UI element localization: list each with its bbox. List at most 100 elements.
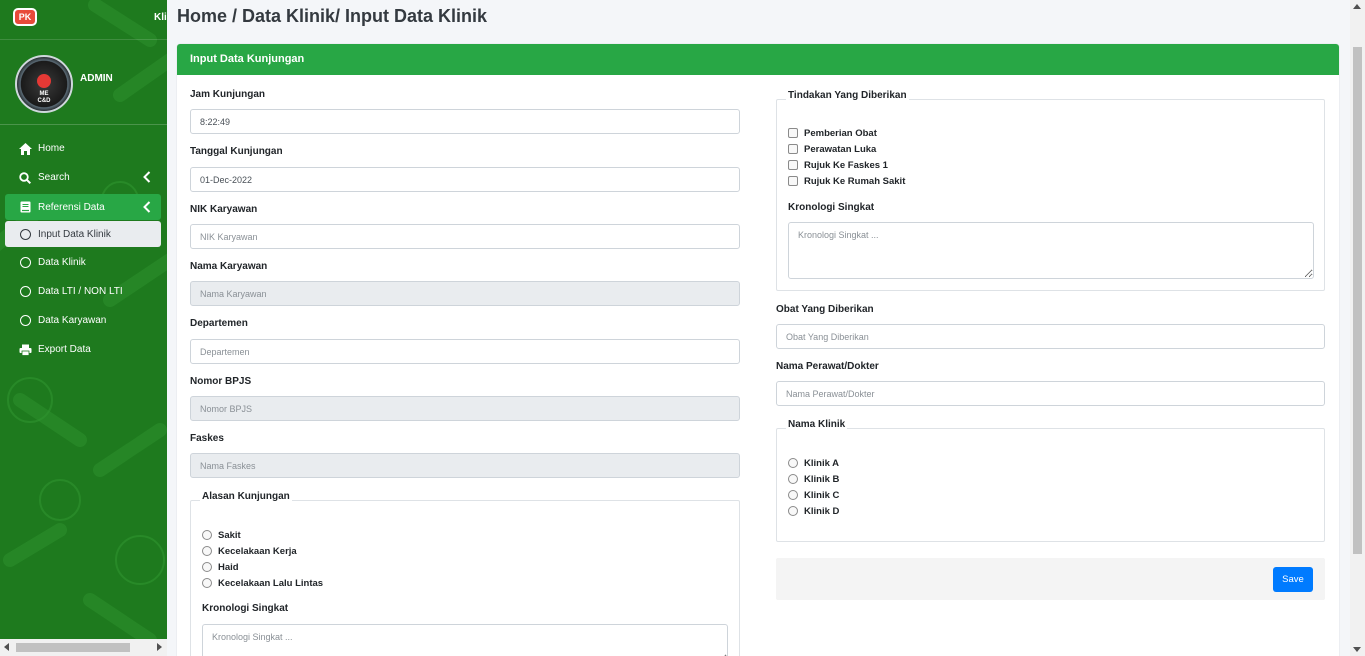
option-label: Kecelakaan Kerja [218,545,297,557]
sidebar-item-data-lti[interactable]: Data LTI / NON LTI [0,277,167,306]
alasan-option-kecelakaan-lalu-lintas[interactable]: Kecelakaan Lalu Lintas [202,576,323,590]
faskes-input[interactable] [190,453,740,478]
klinik-option-a[interactable]: Klinik A [788,456,839,470]
tanggal-kunjungan-label: Tanggal Kunjungan [190,146,283,157]
scrollbar-thumb[interactable] [1353,47,1362,554]
option-label: Rujuk Ke Rumah Sakit [804,175,906,187]
scroll-left-icon[interactable] [4,643,9,651]
avatar[interactable]: ME C&D [15,55,73,113]
klinik-option-c[interactable]: Klinik C [788,488,839,502]
departemen-input[interactable] [190,339,740,364]
circle-icon [18,256,32,270]
radio-button[interactable] [788,458,798,468]
alasan-kunjungan-legend: Alasan Kunjungan [200,491,292,502]
tindakan-legend: Tindakan Yang Diberikan [786,90,909,101]
option-label: Rujuk Ke Faskes 1 [804,159,888,171]
scrollbar-thumb[interactable] [16,643,130,652]
checkbox[interactable] [788,128,798,138]
nik-karyawan-input[interactable] [190,224,740,249]
option-label: Klinik C [804,489,840,501]
sidebar-item-label: Home [38,143,65,154]
scroll-up-icon[interactable] [1353,4,1361,9]
home-icon [18,142,32,156]
checkbox[interactable] [788,144,798,154]
user-name[interactable]: ADMIN [80,73,113,84]
option-label: Pemberian Obat [804,127,877,139]
jam-kunjungan-input[interactable] [190,109,740,134]
tindakan-option-perawatan-luka[interactable]: Perawatan Luka [788,142,876,156]
radio-button[interactable] [788,474,798,484]
sidebar-item-label: Referensi Data [38,201,105,213]
checkbox[interactable] [788,176,798,186]
avatar-text: ME C&D [37,91,51,104]
breadcrumb: Home / Data Klinik/ Input Data Klinik [177,6,488,26]
alasan-option-sakit[interactable]: Sakit [202,528,241,542]
nomor-bpjs-label: Nomor BPJS [190,376,252,387]
nama-klinik-legend: Nama Klinik [786,419,848,430]
sidebar-item-label: Data Klinik [38,257,86,268]
sidebar-item-data-karyawan[interactable]: Data Karyawan [0,306,167,335]
radio-button[interactable] [788,490,798,500]
jam-kunjungan-label: Jam Kunjungan [190,89,266,100]
obat-input[interactable] [776,324,1325,349]
radio-button[interactable] [202,546,212,556]
alasan-option-haid[interactable]: Haid [202,560,239,574]
option-label: Haid [218,561,239,573]
nik-karyawan-label: NIK Karyawan [190,204,258,215]
kronologi-singkat-textarea-2[interactable] [788,222,1314,279]
chevron-left-icon [143,171,151,186]
radio-button[interactable] [788,506,798,516]
tindakan-option-rujuk-rumah-sakit[interactable]: Rujuk Ke Rumah Sakit [788,174,905,188]
tindakan-option-rujuk-faskes[interactable]: Rujuk Ke Faskes 1 [788,158,888,172]
sidebar-item-export-data[interactable]: Export Data [0,335,167,364]
radio-button[interactable] [202,578,212,588]
option-label: Klinik D [804,505,840,517]
klinik-option-b[interactable]: Klinik B [788,472,839,486]
nama-karyawan-input[interactable] [190,281,740,306]
faskes-label: Faskes [190,433,224,444]
search-icon [18,171,32,185]
avatar-emblem [37,74,51,88]
card-title: Input Data Kunjungan [177,44,1339,75]
sidebar-item-input-data-klinik[interactable]: Input Data Klinik [5,221,161,247]
circle-icon [18,227,32,241]
option-label: Klinik B [804,473,840,485]
book-icon [18,200,32,214]
tindakan-option-pemberian-obat[interactable]: Pemberian Obat [788,126,877,140]
nomor-bpjs-input[interactable] [190,396,740,421]
alasan-option-kecelakaan-kerja[interactable]: Kecelakaan Kerja [202,544,297,558]
sidebar-item-referensi-data[interactable]: Referensi Data [5,194,161,220]
scroll-right-icon[interactable] [157,643,162,651]
circle-icon [18,285,32,299]
form-footer: Save [776,558,1325,600]
circle-icon [18,314,32,328]
checkbox[interactable] [788,160,798,170]
sidebar-nav: Home Search Referensi Data Input Data Kl… [0,134,167,364]
brand-logo: PK [13,8,37,26]
input-card: Input Data Kunjungan Jam Kunjungan Tangg… [177,44,1339,656]
sidebar-item-label: Data LTI / NON LTI [38,286,123,297]
sidebar-item-label: Data Karyawan [38,315,107,326]
radio-button[interactable] [202,562,212,572]
radio-button[interactable] [202,530,212,540]
save-button[interactable]: Save [1273,567,1313,592]
kronologi-singkat-label-2: Kronologi Singkat [788,202,875,213]
user-panel: ME C&D ADMIN [0,40,167,125]
horizontal-scrollbar[interactable] [0,639,167,656]
klinik-option-d[interactable]: Klinik D [788,504,839,518]
sidebar-item-data-klinik[interactable]: Data Klinik [0,248,167,277]
sidebar: PK Kli ME C&D ADMIN Home Search Referens… [0,0,167,656]
kronologi-singkat-textarea[interactable] [202,624,728,656]
perawat-label: Nama Perawat/Dokter [776,361,879,372]
option-label: Sakit [218,529,241,541]
perawat-input[interactable] [776,381,1325,406]
brand[interactable]: PK Kli [0,0,167,40]
sidebar-item-home[interactable]: Home [0,134,167,163]
vertical-scrollbar[interactable] [1350,0,1365,656]
tanggal-kunjungan-input[interactable] [190,167,740,192]
scroll-down-icon[interactable] [1353,647,1361,652]
option-label: Kecelakaan Lalu Lintas [218,577,324,589]
sidebar-item-search[interactable]: Search [0,163,167,192]
print-icon [18,343,32,357]
departemen-label: Departemen [190,318,248,329]
